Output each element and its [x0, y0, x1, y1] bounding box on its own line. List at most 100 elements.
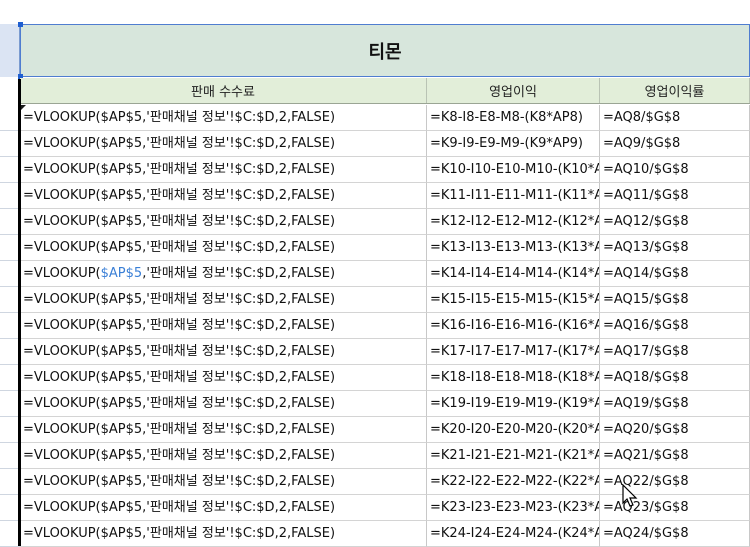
cell-value: =AQ16/$G$8 — [603, 318, 689, 333]
cell-value: =K23-I23-E23-M23-(K23*AP23) — [430, 500, 599, 515]
table-cell[interactable]: =K13-I13-E13-M13-(K13*AP13) — [427, 235, 600, 261]
table-cell[interactable]: =AQ9/$G$8 — [600, 131, 750, 157]
cell-value: =VLOOKUP($AP$5,'판매채널 정보'!$C:$D,2,FALSE) — [23, 370, 336, 385]
cell-value: =K19-I19-E19-M19-(K19*AP19) — [430, 396, 599, 411]
cell-value: =VLOOKUP($AP$5,'판매채널 정보'!$C:$D,2,FALSE) — [23, 396, 336, 411]
table-cell[interactable]: =VLOOKUP($AP$5,'판매채널 정보'!$C:$D,2,FALSE) — [20, 469, 427, 495]
row-header-strip[interactable] — [0, 0, 20, 546]
cell-value: =VLOOKUP($AP$5,'판매채널 정보'!$C:$D,2,FALSE) — [23, 162, 336, 177]
table-cell[interactable]: =K11-I11-E11-M11-(K11*AP11) — [427, 183, 600, 209]
table-cell[interactable]: =AQ13/$G$8 — [600, 235, 750, 261]
cell-value: =K18-I18-E18-M18-(K18*AP18) — [430, 370, 599, 385]
row-header-divider — [0, 520, 20, 521]
cell-value: =AQ10/$G$8 — [603, 162, 689, 177]
table-cell[interactable]: =AQ15/$G$8 — [600, 287, 750, 313]
formula-text: ,'판매채널 정보'!$C:$D,2,FALSE) — [142, 266, 336, 281]
table-cell[interactable]: =K12-I12-E12-M12-(K12*AP12) — [427, 209, 600, 235]
table-cell[interactable]: =AQ19/$G$8 — [600, 391, 750, 417]
selection-handle[interactable] — [18, 22, 23, 27]
table-cell[interactable]: =K14-I14-E14-M14-(K14*AP14) — [427, 261, 600, 287]
cell-value: =K15-I15-E15-M15-(K15*AP15) — [430, 292, 599, 307]
table-cell[interactable]: =VLOOKUP($AP$5,'판매채널 정보'!$C:$D,2,FALSE) — [20, 339, 427, 365]
table-cell[interactable]: =K17-I17-E17-M17-(K17*AP17) — [427, 339, 600, 365]
table-cell[interactable]: =K16-I16-E16-M16-(K16*AP16) — [427, 313, 600, 339]
table-cell[interactable]: =K22-I22-E22-M22-(K22*AP22) — [427, 469, 600, 495]
spreadsheet-grid[interactable]: 티몬 판매 수수료 영업이익 영업이익률 =VLOOKUP($AP$5,'판매채… — [0, 0, 750, 547]
header-label: 영업이익률 — [644, 85, 705, 100]
formula-text: =VLOOKUP( — [23, 266, 101, 281]
merged-title-cell[interactable]: 티몬 — [20, 24, 750, 77]
cell-value: =K24-I24-E24-M24-(K24*AP24) — [430, 526, 599, 541]
table-cell[interactable]: =VLOOKUP($AP$5,'판매채널 정보'!$C:$D,2,FALSE) — [20, 105, 427, 131]
table-cell[interactable]: =VLOOKUP($AP$5,'판매채널 정보'!$C:$D,2,FALSE) — [20, 391, 427, 417]
row-header-divider — [0, 260, 20, 261]
cell-value: =AQ13/$G$8 — [603, 240, 689, 255]
table-cell[interactable]: =K8-I8-E8-M8-(K8*AP8) — [427, 105, 600, 131]
cell-value: =VLOOKUP($AP$5,'판매채널 정보'!$C:$D,2,FALSE) — [23, 500, 336, 515]
row-header-divider — [0, 338, 20, 339]
table-cell[interactable]: =AQ12/$G$8 — [600, 209, 750, 235]
cell-value: =K12-I12-E12-M12-(K12*AP12) — [430, 214, 599, 229]
table-cell[interactable]: =AQ11/$G$8 — [600, 183, 750, 209]
header-cell-operating-profit[interactable]: 영업이익 — [427, 78, 600, 103]
table-cell[interactable]: =VLOOKUP($AP$5,'판매채널 정보'!$C:$D,2,FALSE) — [20, 521, 427, 547]
cell-value: =AQ23/$G$8 — [603, 500, 689, 515]
cell-value: =AQ18/$G$8 — [603, 370, 689, 385]
table-cell[interactable]: =VLOOKUP($AP$5,'판매채널 정보'!$C:$D,2,FALSE) — [20, 261, 427, 287]
header-cell-sales-fee[interactable]: 판매 수수료 — [20, 78, 427, 103]
row-header-divider — [0, 208, 20, 209]
table-cell[interactable]: =AQ18/$G$8 — [600, 365, 750, 391]
table-cell[interactable]: =VLOOKUP($AP$5,'판매채널 정보'!$C:$D,2,FALSE) — [20, 313, 427, 339]
table-cell[interactable]: =AQ21/$G$8 — [600, 443, 750, 469]
table-cell[interactable]: =VLOOKUP($AP$5,'판매채널 정보'!$C:$D,2,FALSE) — [20, 131, 427, 157]
table-cell[interactable]: =AQ10/$G$8 — [600, 157, 750, 183]
cell-value: =K16-I16-E16-M16-(K16*AP16) — [430, 318, 599, 333]
cell-value: =VLOOKUP($AP$5,'판매채널 정보'!$C:$D,2,FALSE) — [23, 188, 336, 203]
table-cell[interactable]: =K10-I10-E10-M10-(K10*AP10) — [427, 157, 600, 183]
cell-value: =VLOOKUP($AP$5,'판매채널 정보'!$C:$D,2,FALSE) — [23, 110, 336, 125]
table-cell[interactable]: =K23-I23-E23-M23-(K23*AP23) — [427, 495, 600, 521]
table-cell[interactable]: =AQ20/$G$8 — [600, 417, 750, 443]
cell-value: =VLOOKUP($AP$5,'판매채널 정보'!$C:$D,2,FALSE) — [23, 292, 336, 307]
table-cell[interactable]: =K18-I18-E18-M18-(K18*AP18) — [427, 365, 600, 391]
row-header-divider — [0, 416, 20, 417]
table-cell[interactable]: =AQ14/$G$8 — [600, 261, 750, 287]
row-header-divider — [0, 156, 20, 157]
table-cell[interactable]: =VLOOKUP($AP$5,'판매채널 정보'!$C:$D,2,FALSE) — [20, 287, 427, 313]
table-cell[interactable]: =VLOOKUP($AP$5,'판매채널 정보'!$C:$D,2,FALSE) — [20, 495, 427, 521]
cell-value: =AQ22/$G$8 — [603, 474, 689, 489]
cell-value: =K9-I9-E9-M9-(K9*AP9) — [430, 136, 583, 151]
column-left-border — [18, 79, 21, 546]
cell-value: =VLOOKUP($AP$5,'판매채널 정보'!$C:$D,2,FALSE) — [23, 344, 336, 359]
row-header-divider — [0, 390, 20, 391]
table-cell[interactable]: =K21-I21-E21-M21-(K21*AP21) — [427, 443, 600, 469]
table-cell[interactable]: =AQ24/$G$8 — [600, 521, 750, 547]
table-cell[interactable]: =K9-I9-E9-M9-(K9*AP9) — [427, 131, 600, 157]
cell-value: =K13-I13-E13-M13-(K13*AP13) — [430, 240, 599, 255]
table-cell[interactable]: =VLOOKUP($AP$5,'판매채널 정보'!$C:$D,2,FALSE) — [20, 235, 427, 261]
row-header-selected[interactable] — [0, 24, 20, 77]
table-cell[interactable]: =K20-I20-E20-M20-(K20*AP20) — [427, 417, 600, 443]
table-cell[interactable]: =K15-I15-E15-M15-(K15*AP15) — [427, 287, 600, 313]
table-cell[interactable]: =AQ16/$G$8 — [600, 313, 750, 339]
cell-value: =AQ8/$G$8 — [603, 110, 681, 125]
table-cell[interactable]: =VLOOKUP($AP$5,'판매채널 정보'!$C:$D,2,FALSE) — [20, 183, 427, 209]
row-header-divider — [0, 130, 20, 131]
table-cell[interactable]: =VLOOKUP($AP$5,'판매채널 정보'!$C:$D,2,FALSE) — [20, 417, 427, 443]
cell-value: =AQ11/$G$8 — [603, 188, 689, 203]
table-cell[interactable]: =AQ17/$G$8 — [600, 339, 750, 365]
table-cell[interactable]: =VLOOKUP($AP$5,'판매채널 정보'!$C:$D,2,FALSE) — [20, 365, 427, 391]
table-cell[interactable]: =K19-I19-E19-M19-(K19*AP19) — [427, 391, 600, 417]
cell-value: =VLOOKUP($AP$5,'판매채널 정보'!$C:$D,2,FALSE) — [23, 448, 336, 463]
cell-value: =K20-I20-E20-M20-(K20*AP20) — [430, 422, 599, 437]
header-cell-operating-margin[interactable]: 영업이익률 — [600, 78, 750, 103]
table-cell[interactable]: =VLOOKUP($AP$5,'판매채널 정보'!$C:$D,2,FALSE) — [20, 157, 427, 183]
table-cell[interactable]: =VLOOKUP($AP$5,'판매채널 정보'!$C:$D,2,FALSE) — [20, 209, 427, 235]
cell-value: =K10-I10-E10-M10-(K10*AP10) — [430, 162, 599, 177]
table-cell[interactable]: =VLOOKUP($AP$5,'판매채널 정보'!$C:$D,2,FALSE) — [20, 443, 427, 469]
table-cell[interactable]: =K24-I24-E24-M24-(K24*AP24) — [427, 521, 600, 547]
table-cell[interactable]: =AQ8/$G$8 — [600, 105, 750, 131]
error-indicator-icon[interactable] — [21, 105, 26, 110]
cell-value: =VLOOKUP($AP$5,'판매채널 정보'!$C:$D,2,FALSE) — [23, 240, 336, 255]
mouse-pointer-icon — [622, 484, 638, 507]
